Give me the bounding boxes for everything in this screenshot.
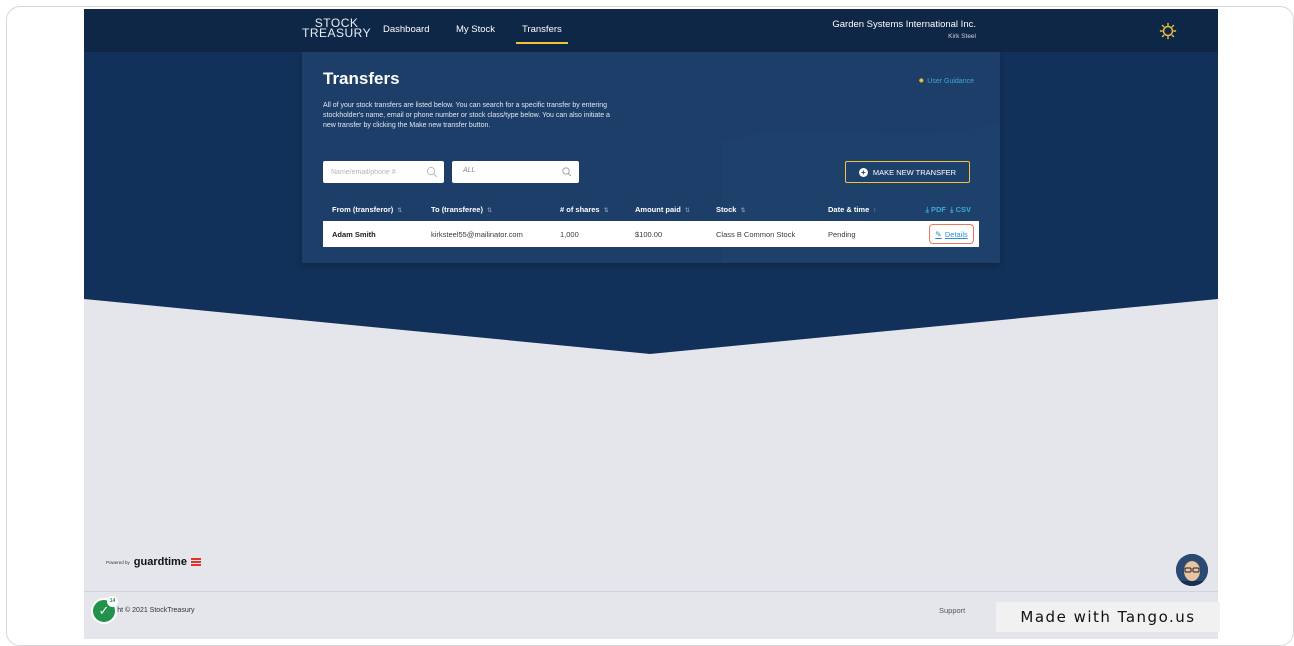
nav-dashboard[interactable]: Dashboard: [383, 24, 429, 35]
download-pdf-link[interactable]: ⤓ PDF: [926, 205, 946, 214]
task-complete-check[interactable]: ✓ 14: [91, 596, 118, 624]
plus-circle-icon: +: [858, 167, 868, 177]
csv-label: CSV: [955, 205, 971, 214]
column-date[interactable]: Date & time ↑: [828, 205, 876, 214]
column-amount[interactable]: Amount paid ⇅: [635, 205, 690, 214]
cell-date: Pending: [828, 230, 856, 239]
pdf-label: PDF: [930, 205, 946, 214]
cell-stock: Class B Common Stock: [716, 230, 796, 239]
download-icon: ⤓: [925, 205, 929, 214]
stock-filter-select[interactable]: ALL: [452, 161, 579, 183]
app-window: STOCK TREASURY Dashboard My Stock Transf…: [84, 9, 1218, 639]
table-row[interactable]: Adam Smith kirksteel55@mailinator.com 1,…: [323, 221, 979, 247]
column-date-label: Date & time: [828, 205, 870, 214]
screenshot-frame: STOCK TREASURY Dashboard My Stock Transf…: [6, 6, 1294, 646]
sort-icon: ⇅: [486, 208, 492, 214]
support-avatar[interactable]: [1176, 554, 1208, 586]
download-icon: ⤓: [950, 205, 954, 214]
page-description: All of your stock transfers are listed b…: [323, 102, 610, 129]
column-shares[interactable]: # of shares ⇅: [560, 205, 609, 214]
stocktreasury-logo[interactable]: STOCK TREASURY: [302, 17, 372, 40]
tango-watermark: Made with Tango.us: [996, 602, 1220, 632]
sort-up-icon: ↑: [873, 208, 877, 214]
user-guidance-label: User Guidance: [927, 78, 974, 85]
filter-value: ALL: [463, 167, 476, 174]
download-csv-link[interactable]: ⤓ CSV: [950, 205, 971, 214]
pencil-icon: ✎: [935, 229, 942, 239]
sort-icon: ⇅: [740, 208, 746, 214]
table-header: From (transferor) ⇅ To (transferee) ⇅ # of…: [323, 202, 979, 218]
column-to-label: To (transferee): [431, 205, 483, 214]
user-guidance-link[interactable]: ✹ User Guidance: [918, 77, 974, 85]
logo-line-2: TREASURY: [302, 26, 372, 40]
powered-by-label: Powered by: [106, 559, 130, 565]
column-shares-label: # of shares: [560, 205, 600, 214]
search-icon[interactable]: [561, 166, 573, 178]
support-link[interactable]: Support: [939, 606, 965, 615]
sort-icon: ⇅: [684, 208, 690, 214]
footer-divider: [84, 591, 1218, 592]
nav-transfers[interactable]: Transfers: [516, 24, 568, 44]
copyright-text: yright © 2021 StockTreasury: [106, 607, 195, 614]
column-to[interactable]: To (transferee) ⇅: [431, 205, 492, 214]
company-logo-icon[interactable]: [1159, 22, 1177, 40]
cell-shares: 1,000: [560, 230, 579, 239]
details-label: Details: [944, 229, 968, 239]
lightbulb-icon: ✹: [918, 78, 925, 85]
guardtime-brand: guardtime: [133, 556, 187, 568]
search-icon[interactable]: [426, 166, 438, 178]
column-from-label: From (transferor): [332, 205, 394, 214]
check-badge: 14: [107, 596, 118, 607]
make-new-transfer-button[interactable]: + MAKE NEW TRANSFER: [845, 161, 970, 183]
search-input[interactable]: [331, 166, 425, 178]
column-from[interactable]: From (transferor) ⇅: [332, 205, 402, 214]
column-amount-label: Amount paid: [635, 205, 681, 214]
powered-by-guardtime[interactable]: Powered by guardtime: [106, 556, 201, 568]
company-name[interactable]: Garden Systems International Inc.: [832, 19, 976, 30]
details-button[interactable]: ✎ Details: [929, 224, 974, 244]
top-navigation: STOCK TREASURY Dashboard My Stock Transf…: [84, 9, 1218, 52]
transfers-card: Transfers ✹ User Guidance All of your sto…: [302, 52, 1000, 263]
column-stock-label: Stock: [716, 205, 737, 214]
user-name[interactable]: Kirk Steel: [948, 33, 976, 40]
export-links: ⤓ PDF ⤓ CSV: [926, 205, 971, 215]
cell-from: Adam Smith: [332, 230, 376, 239]
cell-amount: $100.00: [635, 230, 663, 239]
page-title: Transfers: [323, 69, 400, 88]
search-box[interactable]: [323, 161, 444, 183]
avatar-face-icon: [1176, 554, 1208, 586]
sort-icon: ⇅: [397, 208, 403, 214]
make-transfer-label: MAKE NEW TRANSFER: [872, 167, 957, 177]
column-stock[interactable]: Stock ⇅: [716, 205, 745, 214]
nav-my-stock[interactable]: My Stock: [456, 24, 495, 35]
sort-icon: ⇅: [603, 208, 609, 214]
cell-to: kirksteel55@mailinator.com: [431, 230, 523, 239]
guardtime-logo-icon: [190, 558, 201, 566]
